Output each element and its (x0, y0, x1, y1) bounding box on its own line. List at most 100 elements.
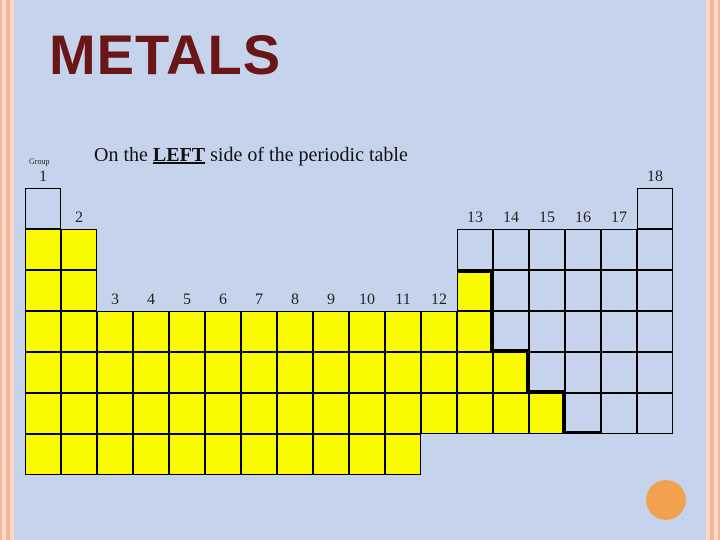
subtitle-bold: LEFT (153, 144, 205, 166)
cell-p4-g15 (529, 311, 565, 352)
cell-p2-g15 (529, 229, 565, 270)
cell-p6-g18 (637, 393, 673, 434)
cell-p2-g2 (61, 229, 97, 270)
cell-p4-g8 (277, 311, 313, 352)
cell-p4-g7 (241, 311, 277, 352)
cell-p5-g17 (601, 352, 637, 393)
cell-p1-g1 (25, 188, 61, 229)
cell-p4-g11 (385, 311, 421, 352)
cell-p4-g14 (493, 311, 529, 352)
cell-p7-g8 (277, 434, 313, 475)
subtitle-post: side of the periodic table (205, 144, 408, 166)
cell-p5-g8 (277, 352, 313, 393)
cell-p7-g3 (97, 434, 133, 475)
cell-p2-g18 (637, 229, 673, 270)
cell-p6-g6 (205, 393, 241, 434)
cell-p5-g2 (61, 352, 97, 393)
cell-p6-g2 (61, 393, 97, 434)
cell-p6-g5 (169, 393, 205, 434)
orange-dot-decoration (646, 480, 686, 520)
cell-p3-g14 (493, 270, 529, 311)
group-num-10: 10 (349, 291, 385, 309)
cell-p3-g1 (25, 270, 61, 311)
group-num-5: 5 (169, 291, 205, 309)
cell-p3-g17 (601, 270, 637, 311)
slide-body: METALS Group On the LEFT side of the per… (14, 0, 706, 540)
subtitle-pre: On the (94, 144, 153, 166)
subtitle: On the LEFT side of the periodic table (94, 144, 408, 167)
cell-p5-g9 (313, 352, 349, 393)
cell-p5-g16 (565, 352, 601, 393)
group-num-9: 9 (313, 291, 349, 309)
cell-p5-g4 (133, 352, 169, 393)
cell-p6-g17 (601, 393, 637, 434)
cell-p7-g5 (169, 434, 205, 475)
cell-p4-g17 (601, 311, 637, 352)
cell-p5-g14 (493, 352, 529, 393)
cell-p2-g14 (493, 229, 529, 270)
cell-p4-g2 (61, 311, 97, 352)
cell-p6-g11 (385, 393, 421, 434)
cell-p7-g9 (313, 434, 349, 475)
cell-p6-g14 (493, 393, 529, 434)
group-num-1: 1 (25, 168, 61, 186)
cell-p4-g13 (457, 311, 493, 352)
cell-p7-g6 (205, 434, 241, 475)
cell-p4-g12 (421, 311, 457, 352)
slide-title: METALS (49, 22, 281, 87)
cell-p3-g16 (565, 270, 601, 311)
cell-p5-g3 (97, 352, 133, 393)
group-num-12: 12 (421, 291, 457, 309)
cell-p5-g13 (457, 352, 493, 393)
cell-p3-g18 (637, 270, 673, 311)
group-num-11: 11 (385, 291, 421, 309)
cell-p4-g3 (97, 311, 133, 352)
cell-p7-g2 (61, 434, 97, 475)
cell-p5-g15 (529, 352, 565, 393)
cell-p6-g3 (97, 393, 133, 434)
cell-p6-g12 (421, 393, 457, 434)
cell-p6-g8 (277, 393, 313, 434)
cell-p5-g12 (421, 352, 457, 393)
cell-p4-g9 (313, 311, 349, 352)
cell-p3-g15 (529, 270, 565, 311)
cell-p7-g10 (349, 434, 385, 475)
cell-p7-g11 (385, 434, 421, 475)
cell-p6-g15 (529, 393, 565, 434)
group-num-7: 7 (241, 291, 277, 309)
cell-p6-g7 (241, 393, 277, 434)
cell-p2-g13 (457, 229, 493, 270)
cell-p4-g10 (349, 311, 385, 352)
cell-p5-g18 (637, 352, 673, 393)
cell-p4-g1 (25, 311, 61, 352)
cell-p6-g9 (313, 393, 349, 434)
group-num-18: 18 (637, 168, 673, 186)
group-num-8: 8 (277, 291, 313, 309)
group-num-17: 17 (601, 209, 637, 227)
cell-p2-g17 (601, 229, 637, 270)
cell-p5-g5 (169, 352, 205, 393)
cell-p7-g7 (241, 434, 277, 475)
cell-p4-g16 (565, 311, 601, 352)
cell-p4-g5 (169, 311, 205, 352)
cell-p3-g13 (457, 270, 493, 311)
cell-p2-g1 (25, 229, 61, 270)
cell-p5-g1 (25, 352, 61, 393)
cell-p1-g18 (637, 188, 673, 229)
group-num-15: 15 (529, 209, 565, 227)
group-num-14: 14 (493, 209, 529, 227)
group-num-13: 13 (457, 209, 493, 227)
cell-p3-g2 (61, 270, 97, 311)
group-num-2: 2 (61, 209, 97, 227)
cell-p7-g1 (25, 434, 61, 475)
cell-p6-g1 (25, 393, 61, 434)
group-label: Group (29, 157, 49, 166)
group-num-3: 3 (97, 291, 133, 309)
cell-p5-g10 (349, 352, 385, 393)
cell-p6-g4 (133, 393, 169, 434)
cell-p7-g4 (133, 434, 169, 475)
cell-p6-g13 (457, 393, 493, 434)
cell-p4-g4 (133, 311, 169, 352)
cell-p2-g16 (565, 229, 601, 270)
cell-p6-g10 (349, 393, 385, 434)
